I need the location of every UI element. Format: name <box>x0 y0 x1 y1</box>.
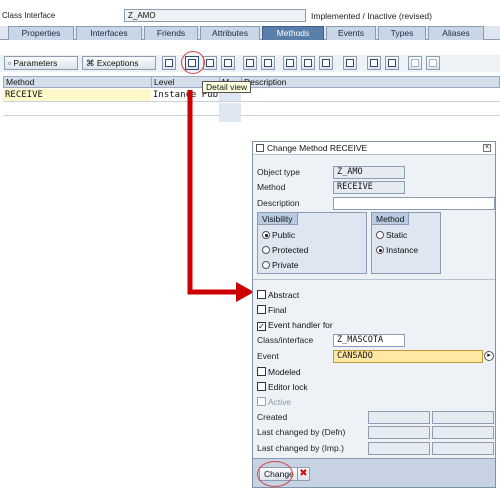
copy-icon[interactable] <box>301 56 315 70</box>
class-interface-field[interactable]: Z_AMO <box>124 9 306 22</box>
class-interface-field[interactable]: Z_MASCOTA <box>333 334 405 347</box>
radio-static[interactable]: Static <box>376 229 407 241</box>
event-label: Event <box>257 351 279 361</box>
radio-indicator <box>376 231 384 239</box>
checkbox-box <box>257 367 266 376</box>
search-help-icon[interactable]: ▸ <box>484 351 494 361</box>
radio-label: Public <box>272 230 296 240</box>
checkbox-box <box>257 382 266 391</box>
method-field[interactable]: RECEIVE <box>333 181 405 194</box>
changed-defn-on-field <box>432 426 494 439</box>
dialog-footer: Change ✖ <box>253 458 495 487</box>
created-label: Created <box>257 412 288 422</box>
class-interface-label: Class/interface <box>257 335 314 345</box>
tab-strip: Properties Interfaces Friends Attributes… <box>0 26 500 40</box>
checkbox-label: Editor lock <box>268 382 308 392</box>
tab-events[interactable]: Events <box>326 26 376 40</box>
checkbox-box <box>257 397 266 406</box>
tab-properties[interactable]: Properties <box>8 26 74 40</box>
final-checkbox[interactable]: Final <box>257 304 286 316</box>
radio-public[interactable]: Public <box>262 229 295 241</box>
arrow-line <box>187 90 238 295</box>
checkbox-label: Abstract <box>268 290 300 300</box>
checkbox-box <box>257 290 266 299</box>
cut-icon[interactable] <box>283 56 297 70</box>
change-method-dialog: Change Method RECEIVE × Object type Z_AM… <box>252 141 496 488</box>
cell-method[interactable]: RECEIVE <box>3 89 151 101</box>
created-by-field <box>368 411 430 424</box>
dialog-title: Change Method RECEIVE <box>253 142 495 155</box>
changed-imp-on-field <box>432 442 494 455</box>
paste-icon[interactable] <box>319 56 333 70</box>
layout-icon[interactable] <box>426 56 440 70</box>
filter-icon[interactable] <box>408 56 422 70</box>
last-changed-imp-label: Last changed by (Imp.) <box>257 443 344 453</box>
method-kind-group: Method Static Instance <box>371 212 441 274</box>
visibility-group-title: Visibility <box>258 213 298 225</box>
changed-defn-by-field <box>368 426 430 439</box>
tab-friends[interactable]: Friends <box>144 26 198 40</box>
changed-imp-by-field <box>368 442 430 455</box>
parameters-label: Parameters <box>13 58 58 68</box>
radio-private[interactable]: Private <box>262 259 298 271</box>
abstract-checkbox[interactable]: Abstract <box>257 289 299 301</box>
exceptions-icon: ⌘ <box>86 58 95 68</box>
radio-label: Protected <box>272 245 309 255</box>
find-next-icon[interactable] <box>385 56 399 70</box>
created-on-field <box>432 411 494 424</box>
print-icon[interactable] <box>343 56 357 70</box>
checkbox-box <box>257 305 266 314</box>
tab-aliases[interactable]: Aliases <box>428 26 484 40</box>
edit-icon <box>256 144 264 152</box>
last-changed-defn-label: Last changed by (Defn) <box>257 427 346 437</box>
checkbox-label: Event handler for <box>268 320 333 330</box>
exceptions-button[interactable]: ⌘ Exceptions <box>82 56 156 70</box>
object-type-label: Object type <box>257 167 300 177</box>
find-icon[interactable] <box>367 56 381 70</box>
object-type-field[interactable]: Z_AMO <box>333 166 405 179</box>
radio-indicator <box>376 246 384 254</box>
tab-attributes[interactable]: Attributes <box>200 26 260 40</box>
radio-indicator <box>262 261 270 269</box>
exceptions-label: Exceptions <box>96 58 139 68</box>
method-kind-group-title: Method <box>372 213 410 225</box>
event-field[interactable]: CANSADO <box>333 350 483 363</box>
checkbox-label: Final <box>268 305 287 315</box>
checkbox-label: Active <box>268 397 292 407</box>
active-checkbox: Active <box>257 396 291 408</box>
radio-indicator <box>262 246 270 254</box>
close-icon[interactable]: × <box>483 144 491 152</box>
event-handler-checkbox[interactable]: ✓ Event handler for <box>257 319 333 331</box>
radio-label: Static <box>386 230 408 240</box>
highlight-circle <box>257 461 293 487</box>
description-field[interactable] <box>333 197 495 210</box>
modeled-checkbox[interactable]: Modeled <box>257 366 301 378</box>
description-label: Description <box>257 198 300 208</box>
radio-label: Private <box>272 260 299 270</box>
tab-interfaces[interactable]: Interfaces <box>76 26 142 40</box>
tab-types[interactable]: Types <box>378 26 426 40</box>
parameters-icon: ▫ <box>8 58 12 68</box>
divider <box>253 279 495 280</box>
radio-indicator <box>262 231 270 239</box>
radio-label: Instance <box>386 245 419 255</box>
class-interface-label: Class Interface <box>2 11 56 20</box>
column-description[interactable]: Description <box>242 77 500 88</box>
method-label: Method <box>257 182 286 192</box>
radio-protected[interactable]: Protected <box>262 244 308 256</box>
cancel-icon[interactable]: ✖ <box>297 467 310 481</box>
visibility-group: Visibility Public Protected Private <box>257 212 367 274</box>
parameters-button[interactable]: ▫ Parameters <box>4 56 78 70</box>
radio-instance[interactable]: Instance <box>376 244 418 256</box>
column-method[interactable]: Method <box>4 77 152 88</box>
tab-methods[interactable]: Methods <box>262 26 324 40</box>
checkmark-icon: ✓ <box>257 322 266 331</box>
status-text: Implemented / Inactive (revised) <box>311 11 432 21</box>
checkbox-label: Modeled <box>268 367 301 377</box>
back-icon[interactable] <box>162 56 176 70</box>
editor-lock-checkbox[interactable]: Editor lock <box>257 381 308 393</box>
